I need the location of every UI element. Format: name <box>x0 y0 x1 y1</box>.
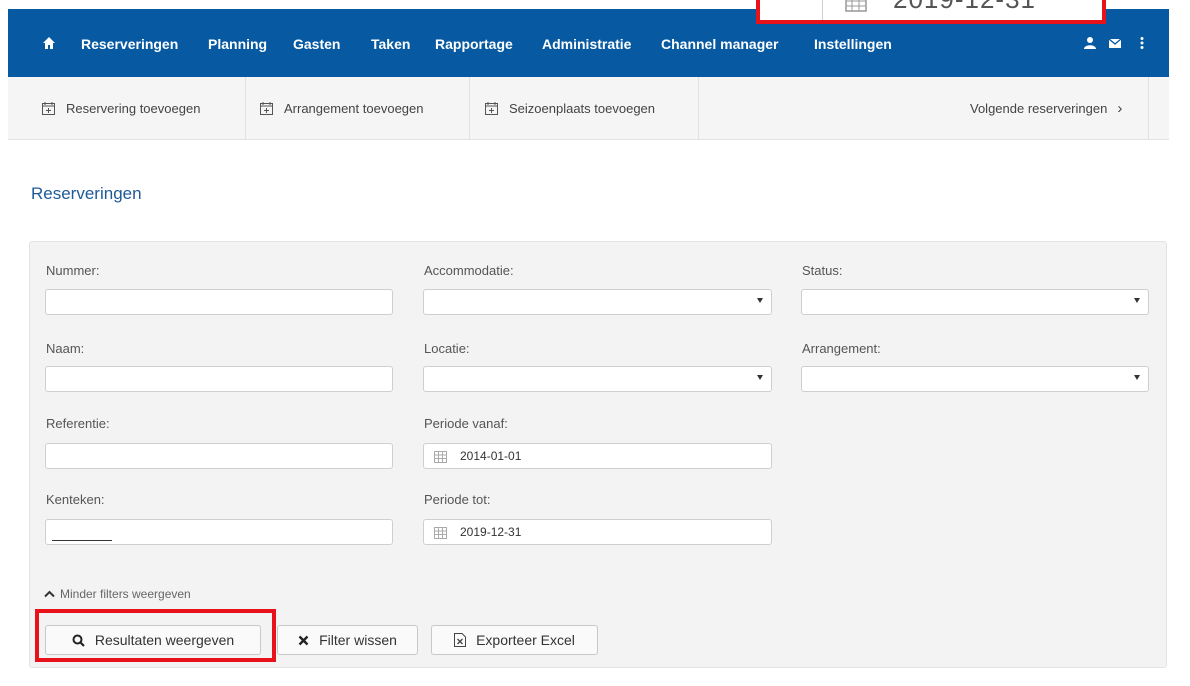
caret-down-icon <box>757 375 763 380</box>
chevron-up-icon <box>44 590 55 598</box>
text-cursor <box>52 540 112 541</box>
less-filters-toggle[interactable]: Minder filters weergeven <box>44 587 191 601</box>
locatie-label: Locatie: <box>424 341 470 356</box>
nav-reserveringen[interactable]: Reserveringen <box>81 36 178 52</box>
less-filters-label: Minder filters weergeven <box>60 587 191 601</box>
calendar-icon <box>434 527 447 539</box>
nav-gasten[interactable]: Gasten <box>293 36 340 52</box>
status-select[interactable] <box>801 289 1149 315</box>
nav-administratie[interactable]: Administratie <box>542 36 631 52</box>
sub-navbar: Reservering toevoegen Arrangement toevoe… <box>8 77 1169 140</box>
nummer-label: Nummer: <box>46 263 100 278</box>
next-reservations-link[interactable]: Volgende reserveringen › <box>970 77 1122 139</box>
close-icon <box>298 635 309 645</box>
export-excel-label: Exporteer Excel <box>476 632 575 648</box>
calendar-plus-icon <box>42 101 55 115</box>
naam-label: Naam: <box>46 341 85 356</box>
divider <box>698 77 699 139</box>
kenteken-label: Kenteken: <box>46 492 105 507</box>
periode-tot-label: Periode tot: <box>424 492 491 507</box>
zoomed-date-text: 2019-12-31 <box>893 0 1036 15</box>
nav-rapportage[interactable]: Rapportage <box>435 36 513 52</box>
next-reservations-label: Volgende reserveringen <box>970 100 1108 116</box>
accommodatie-label: Accommodatie: <box>424 263 514 278</box>
periode-vanaf-label: Periode vanaf: <box>424 416 508 431</box>
add-reservation-link[interactable]: Reservering toevoegen <box>42 77 200 139</box>
accommodatie-select[interactable] <box>423 289 772 315</box>
user-icon[interactable] <box>1083 36 1097 50</box>
referentie-input[interactable] <box>45 443 393 469</box>
excel-file-icon <box>454 633 467 647</box>
chevron-right-icon: › <box>1117 99 1123 117</box>
divider <box>245 77 246 139</box>
divider <box>1148 77 1149 139</box>
clear-filter-label: Filter wissen <box>319 632 397 648</box>
add-season-spot-link[interactable]: Seizoenplaats toevoegen <box>485 77 655 139</box>
calendar-icon <box>434 451 447 463</box>
periode-tot-value: 2019-12-31 <box>460 525 522 539</box>
caret-down-icon <box>757 298 763 303</box>
add-arrangement-label: Arrangement toevoegen <box>284 100 424 116</box>
export-excel-button[interactable]: Exporteer Excel <box>431 625 598 655</box>
calendar-icon <box>845 0 867 12</box>
add-reservation-label: Reservering toevoegen <box>66 100 201 116</box>
page-title: Reserveringen <box>31 184 142 203</box>
nav-taken[interactable]: Taken <box>371 36 410 52</box>
kenteken-input[interactable] <box>45 519 393 545</box>
calendar-plus-icon <box>260 101 273 115</box>
more-vertical-icon[interactable] <box>1135 36 1149 50</box>
arrangement-select[interactable] <box>801 366 1149 392</box>
status-label: Status: <box>802 263 843 278</box>
nummer-input[interactable] <box>45 289 393 315</box>
periode-vanaf-value: 2014-01-01 <box>460 449 522 463</box>
home-icon[interactable] <box>42 36 56 50</box>
caret-down-icon <box>1134 375 1140 380</box>
add-season-spot-label: Seizoenplaats toevoegen <box>509 100 656 116</box>
envelope-icon[interactable] <box>1108 36 1122 50</box>
arrangement-label: Arrangement: <box>802 341 881 356</box>
caret-down-icon <box>1134 298 1140 303</box>
referentie-label: Referentie: <box>46 416 110 431</box>
zoomed-date-field: 2019-12-31 <box>822 0 1102 20</box>
zoom-highlight-overlay: 2019-12-31 <box>756 0 1106 24</box>
calendar-plus-icon <box>485 101 498 115</box>
divider <box>469 77 470 139</box>
nav-instellingen[interactable]: Instellingen <box>814 36 892 52</box>
naam-input[interactable] <box>45 366 393 392</box>
nav-channel-manager[interactable]: Channel manager <box>661 36 778 52</box>
nav-planning[interactable]: Planning <box>208 36 267 52</box>
add-arrangement-link[interactable]: Arrangement toevoegen <box>260 77 423 139</box>
locatie-select[interactable] <box>423 366 772 392</box>
periode-tot-datepicker[interactable]: 2019-12-31 <box>423 519 772 545</box>
periode-vanaf-datepicker[interactable]: 2014-01-01 <box>423 443 772 469</box>
clear-filter-button[interactable]: Filter wissen <box>277 625 418 655</box>
highlight-box <box>35 609 276 662</box>
